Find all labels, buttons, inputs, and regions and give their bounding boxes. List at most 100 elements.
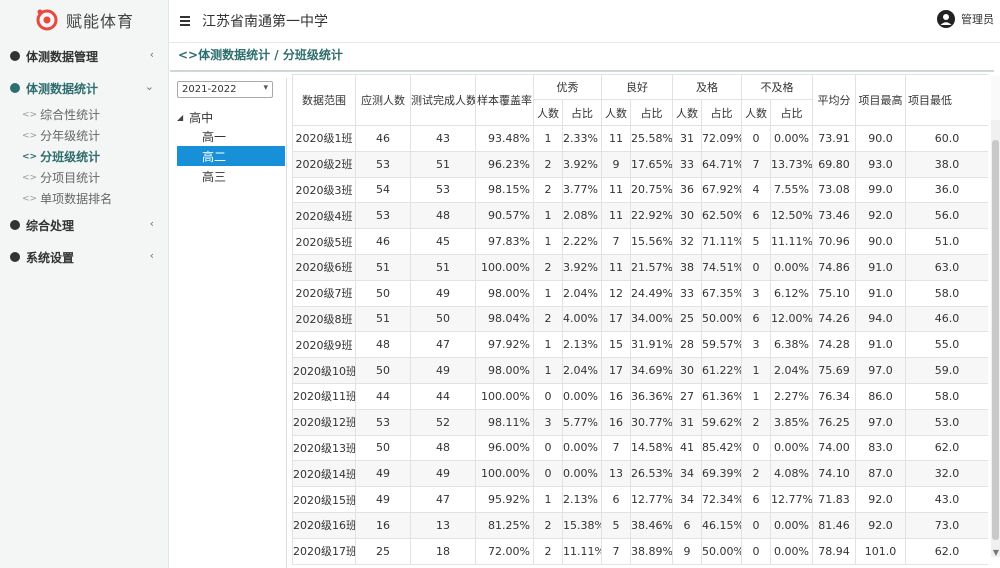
menu-group-data-statistics[interactable]: 体测数据统计 ⌄ [0, 72, 168, 104]
cell-fail-ratio: 0.00% [770, 253, 813, 281]
cell-avg: 78.94 [812, 537, 856, 565]
menu-group-data-management[interactable]: 体测数据管理 ‹ [0, 40, 168, 72]
cell-fail-count: 3 [741, 331, 771, 359]
menu-group-label: 体测数据统计 [26, 81, 99, 96]
cell-pass-ratio: 72.09% [701, 125, 742, 152]
cell-excellent-count: 0 [533, 460, 563, 488]
cell-fail-ratio: 2.27% [770, 382, 813, 410]
cell-avg: 70.96 [812, 228, 856, 255]
cell-coverage: 72.00% [475, 537, 534, 565]
menu-group-processing[interactable]: 综合处理 ‹ [0, 209, 168, 241]
cell-coverage: 98.15% [475, 176, 534, 204]
cell-done: 47 [410, 486, 476, 513]
app-logo[interactable]: 赋能体育 [0, 0, 168, 40]
code-arrow-icon: <> [22, 193, 38, 204]
submenu-item-ranking[interactable]: <> 单项数据排名 [0, 188, 168, 209]
cell-pass-ratio: 67.35% [701, 279, 742, 307]
cell-fail-ratio: 7.55% [770, 176, 813, 204]
cell-good-ratio: 12.77% [630, 486, 673, 513]
cell-min: 63.0 [905, 253, 988, 281]
header-fail: 不及格 [741, 74, 813, 100]
cell-pass-count: 38 [672, 253, 702, 281]
cell-excellent-ratio: 11.11% [562, 537, 602, 565]
tree-root[interactable]: ◢ 高中 [177, 108, 285, 126]
cell-good-count: 6 [601, 486, 631, 513]
scrollbar-thumb[interactable] [992, 140, 999, 540]
cell-excellent-ratio: 0.00% [562, 460, 602, 488]
tree-node-grade-3[interactable]: 高三 [177, 166, 285, 186]
table-row: 2020级14班 49 49 100.00% 0 0.00% 13 26.53% 34 69.39… [292, 460, 988, 488]
submenu-item-by-grade[interactable]: <> 分年级统计 [0, 125, 168, 146]
cell-pass-count: 34 [672, 486, 702, 513]
tree-node-grade-2[interactable]: 高二 [177, 146, 285, 166]
header-good: 良好 [601, 74, 673, 100]
cell-pass-ratio: 74.51% [701, 253, 742, 281]
circle-bullet-icon [10, 220, 20, 230]
chevron-left-icon: ‹ [149, 217, 154, 230]
menu-group-settings[interactable]: 系统设置 ‹ [0, 241, 168, 273]
submenu-item-comprehensive[interactable]: <> 综合性统计 [0, 104, 168, 125]
user-menu[interactable]: 管理员 [937, 10, 994, 28]
cell-done: 49 [410, 357, 476, 384]
cell-should: 46 [355, 228, 411, 255]
cell-fail-count: 0 [741, 537, 771, 565]
cell-min: 62.0 [905, 434, 988, 462]
cell-good-count: 11 [601, 125, 631, 152]
cell-excellent-ratio: 0.00% [562, 382, 602, 410]
hamburger-icon[interactable] [180, 16, 190, 26]
cell-pass-ratio: 71.11% [701, 228, 742, 255]
cell-fail-ratio: 12.77% [770, 486, 813, 513]
cell-pass-count: 30 [672, 357, 702, 384]
table-row: 2020级17班 25 18 72.00% 2 11.11% 7 38.89% 9 50.00% 0… [292, 537, 988, 565]
table-row: 2020级8班 51 50 98.04% 2 4.00% 17 34.00% 25 50.00% 6… [292, 305, 988, 333]
table-row: 2020级10班 50 49 98.00% 1 2.04% 17 34.69% 30 61.22%… [292, 357, 988, 384]
table-row: 2020级5班 46 45 97.83% 1 2.22% 7 15.56% 32 71.11% 5 1… [292, 228, 988, 255]
cell-good-ratio: 25.58% [630, 125, 673, 152]
header-count: 人数 [601, 99, 631, 126]
cell-range: 2020级4班 [292, 202, 356, 230]
cell-should: 49 [355, 460, 411, 488]
cell-fail-count: 2 [741, 408, 771, 436]
cell-fail-count: 2 [741, 460, 771, 488]
circle-bullet-icon [10, 83, 20, 93]
tree-expand-icon[interactable]: ◢ [177, 113, 183, 122]
cell-fail-ratio: 11.11% [770, 228, 813, 255]
cell-max: 91.0 [855, 279, 906, 307]
school-year-select[interactable]: 2021-2022 ▾ [177, 81, 273, 98]
cell-good-count: 16 [601, 382, 631, 410]
cell-range: 2020级5班 [292, 228, 356, 255]
cell-pass-ratio: 61.22% [701, 357, 742, 384]
cell-coverage: 98.00% [475, 357, 534, 384]
cell-should: 50 [355, 357, 411, 384]
cell-should: 46 [355, 125, 411, 152]
cell-should: 49 [355, 486, 411, 513]
header-pass: 及格 [672, 74, 742, 100]
table-row: 2020级9班 48 47 97.92% 1 2.13% 15 31.91% 28 59.57% 3… [292, 331, 988, 359]
cell-coverage: 98.00% [475, 279, 534, 307]
cell-good-count: 17 [601, 305, 631, 333]
class-stats-table-container: 数据范围 应测人数 测试完成人数 样本覆盖率 优秀 良好 及格 不及格 平均分 … [292, 74, 988, 568]
cell-excellent-count: 1 [533, 331, 563, 359]
scroll-down-arrow-icon[interactable]: ▼ [993, 548, 999, 557]
header-coverage: 样本覆盖率 [475, 74, 534, 126]
cell-good-ratio: 26.53% [630, 460, 673, 488]
cell-coverage: 95.92% [475, 486, 534, 513]
submenu-item-by-class[interactable]: <> 分班级统计 [0, 146, 168, 167]
cell-done: 52 [410, 408, 476, 436]
header-count: 人数 [672, 99, 702, 126]
tree-node-grade-1[interactable]: 高一 [177, 126, 285, 146]
cell-min: 43.0 [905, 486, 988, 513]
cell-fail-ratio: 6.38% [770, 331, 813, 359]
cell-good-ratio: 34.00% [630, 305, 673, 333]
cell-fail-count: 0 [741, 434, 771, 462]
cell-min: 36.0 [905, 176, 988, 204]
chevron-left-icon: ‹ [149, 249, 154, 262]
submenu-item-by-item[interactable]: <> 分项目统计 [0, 167, 168, 188]
cell-excellent-ratio: 3.92% [562, 150, 602, 178]
cell-pass-ratio: 62.50% [701, 202, 742, 230]
cell-coverage: 100.00% [475, 460, 534, 488]
cell-good-ratio: 34.69% [630, 357, 673, 384]
cell-fail-ratio: 13.73% [770, 150, 813, 178]
cell-good-count: 7 [601, 537, 631, 565]
cell-max: 83.0 [855, 434, 906, 462]
